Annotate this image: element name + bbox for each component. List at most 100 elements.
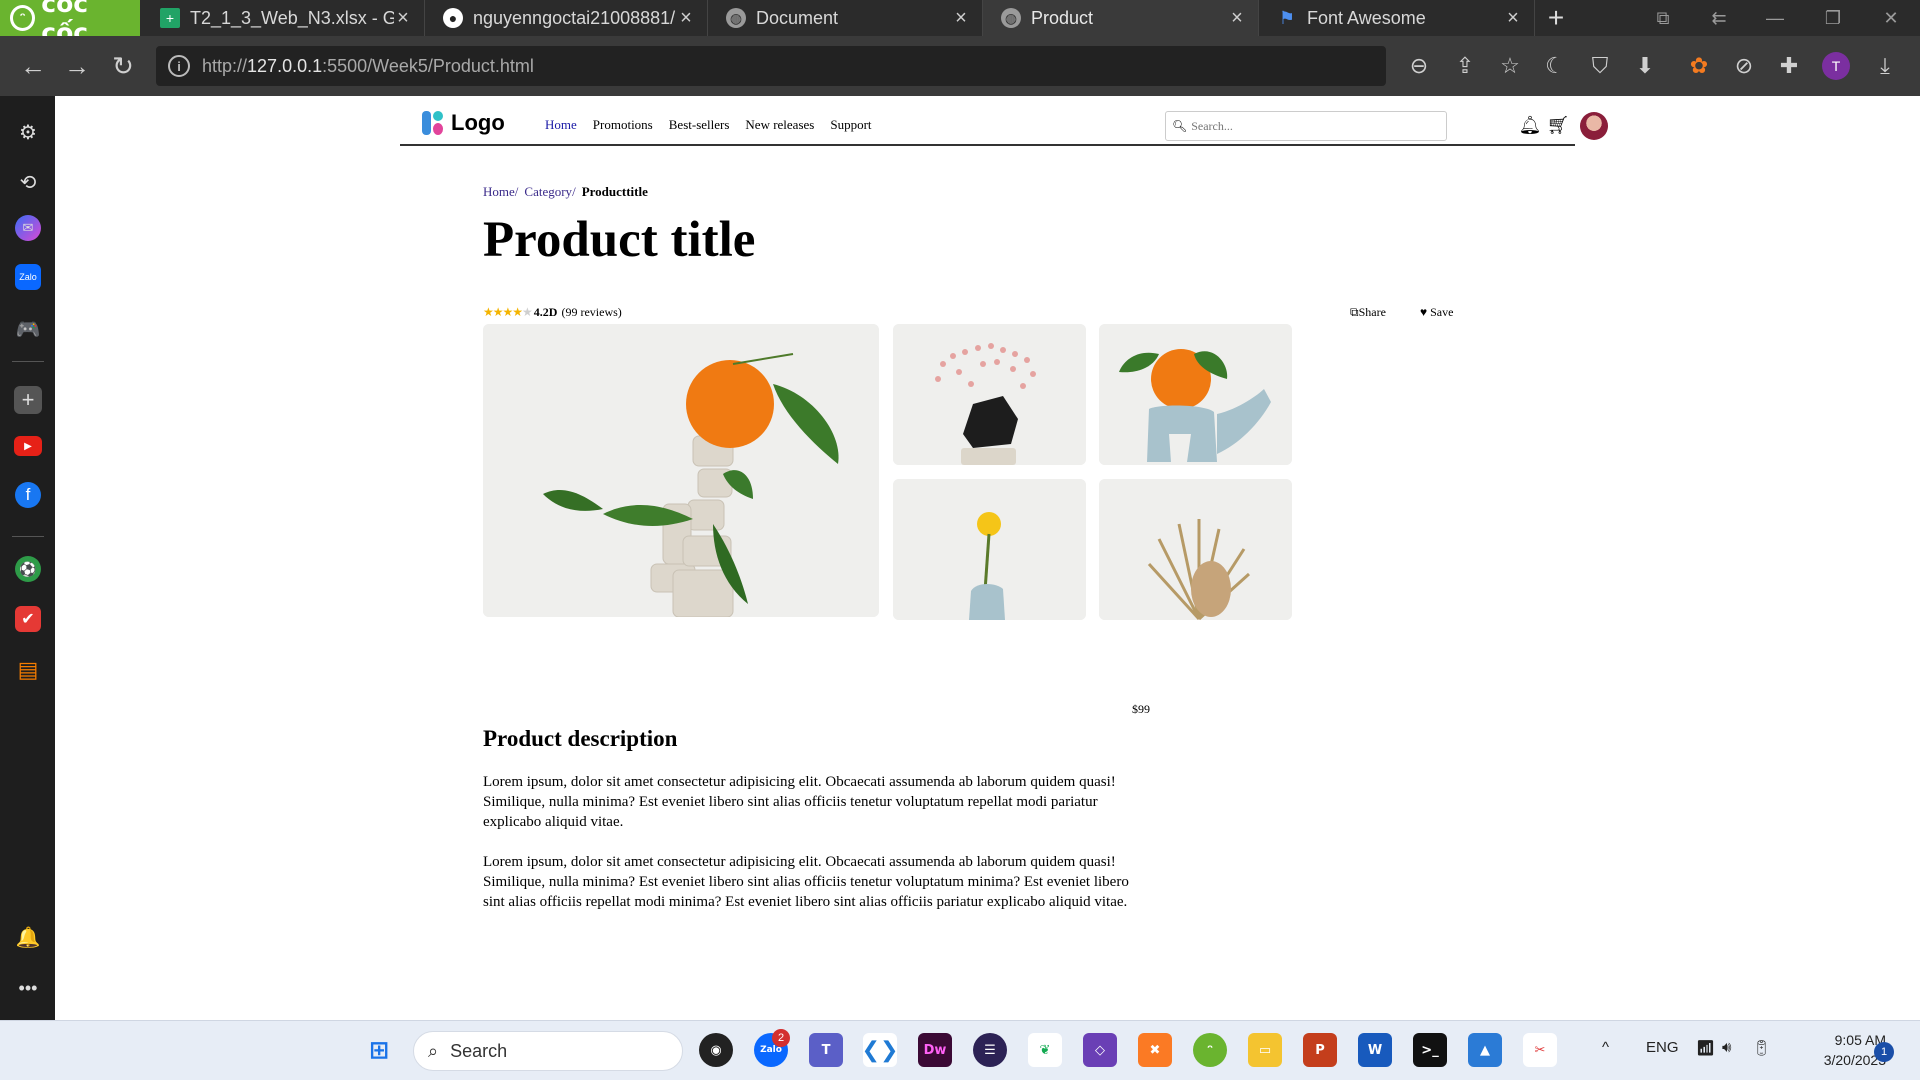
- rewards-icon[interactable]: ✿: [1684, 51, 1714, 81]
- rating-stars-icon: ★★★★★: [483, 305, 533, 319]
- coccoc-menu-button[interactable]: ᵔ cốc cốc: [0, 0, 140, 47]
- user-avatar[interactable]: [1580, 112, 1608, 140]
- tab-document[interactable]: ◍ Document ×: [708, 0, 983, 36]
- add-sidebar-app-icon[interactable]: +: [14, 386, 42, 414]
- site-logo[interactable]: Logo: [422, 110, 505, 136]
- notification-count-badge[interactable]: 1: [1874, 1042, 1894, 1062]
- dreamweaver-icon[interactable]: Dw: [918, 1033, 952, 1067]
- heart-icon: ♥: [1420, 305, 1428, 319]
- terminal-icon[interactable]: >_: [1413, 1033, 1447, 1067]
- save-button[interactable]: ♥ Save: [1420, 305, 1453, 320]
- nav-support[interactable]: Support: [830, 117, 871, 133]
- screenshot-icon[interactable]: ⧉: [1640, 0, 1686, 36]
- football-icon[interactable]: ⚽: [15, 556, 41, 582]
- close-icon[interactable]: ×: [677, 7, 695, 30]
- battery-icon[interactable]: 🔋︎: [1752, 1039, 1771, 1057]
- browser-toolbar: ← → ↻ i http://127.0.0.1:5500/Week5/Prod…: [0, 36, 1920, 96]
- product-image-thumb-4[interactable]: [1099, 479, 1292, 620]
- wifi-icon[interactable]: 📶︎: [1696, 1039, 1715, 1057]
- share-button[interactable]: ⧉Share: [1350, 305, 1386, 320]
- xampp-icon[interactable]: ✖: [1138, 1033, 1172, 1067]
- shopping-cart-app-icon[interactable]: ▤: [12, 654, 44, 686]
- visual-studio-icon[interactable]: ◇: [1083, 1033, 1117, 1067]
- close-icon[interactable]: ×: [952, 7, 970, 30]
- show-hidden-icons-icon[interactable]: ^: [1602, 1039, 1609, 1056]
- product-image-main[interactable]: [483, 324, 879, 617]
- system-clock[interactable]: 9:05 AM 3/20/2023: [1790, 1030, 1886, 1070]
- extensions-icon[interactable]: ✚: [1774, 51, 1804, 81]
- url-text: http://127.0.0.1:5500/Week5/Product.html: [202, 55, 534, 76]
- facebook-icon[interactable]: f: [15, 482, 41, 508]
- mongodb-icon[interactable]: ❦: [1028, 1033, 1062, 1067]
- tab-product[interactable]: ◍ Product ×: [983, 0, 1259, 36]
- downloads-icon[interactable]: ⤓: [1870, 51, 1900, 81]
- powerpoint-icon[interactable]: P: [1303, 1033, 1337, 1067]
- close-icon[interactable]: ×: [394, 7, 412, 30]
- teams-icon[interactable]: T: [809, 1033, 843, 1067]
- restore-button[interactable]: ❐: [1810, 0, 1856, 36]
- review-count[interactable]: (99 reviews): [561, 305, 621, 320]
- profile-avatar[interactable]: T: [1822, 52, 1850, 80]
- site-info-icon[interactable]: i: [168, 55, 190, 77]
- product-image-thumb-3[interactable]: [893, 479, 1086, 620]
- tab-github[interactable]: ● nguyenngoctai21008881/ ×: [425, 0, 708, 36]
- language-indicator[interactable]: ENG: [1646, 1039, 1679, 1056]
- new-tab-button[interactable]: +: [1541, 0, 1571, 36]
- taskbar-search[interactable]: ⌕ Search: [413, 1031, 683, 1071]
- todo-check-icon[interactable]: ✔: [15, 606, 41, 632]
- settings-gear-icon[interactable]: ⚙: [12, 116, 44, 148]
- address-bar[interactable]: i http://127.0.0.1:5500/Week5/Product.ht…: [156, 46, 1386, 86]
- windows-start-icon[interactable]: ⊞: [362, 1033, 396, 1067]
- product-image-thumb-2[interactable]: [1099, 324, 1292, 465]
- github-icon: ●: [443, 8, 463, 28]
- file-explorer-icon[interactable]: ▭: [1248, 1033, 1282, 1067]
- zoom-out-icon[interactable]: ⊖: [1404, 51, 1434, 81]
- globe-icon: ◍: [726, 8, 746, 28]
- share-icon: ⧉: [1350, 305, 1359, 319]
- zalo-icon[interactable]: Zalo: [15, 264, 41, 290]
- close-icon[interactable]: ×: [1228, 7, 1246, 30]
- volume-icon[interactable]: 🔊︎: [1722, 1039, 1731, 1056]
- breadcrumb-category[interactable]: Category/: [524, 184, 575, 200]
- product-image-thumb-1[interactable]: [893, 324, 1086, 465]
- obs-icon[interactable]: ◉: [699, 1033, 733, 1067]
- forward-button[interactable]: →: [60, 49, 94, 83]
- notification-bell-icon[interactable]: 🔔: [12, 921, 44, 953]
- share-page-icon[interactable]: ⇪: [1450, 51, 1480, 81]
- tab-sheets[interactable]: + T2_1_3_Web_N3.xlsx - Goo ×: [142, 0, 425, 36]
- history-icon[interactable]: ⟲: [12, 166, 44, 198]
- youtube-icon[interactable]: ▶: [14, 436, 42, 456]
- snipping-tool-icon[interactable]: ✂: [1523, 1033, 1557, 1067]
- reload-button[interactable]: ↻: [106, 49, 140, 83]
- breadcrumb-home[interactable]: Home/: [483, 184, 518, 200]
- coccoc-taskbar-icon[interactable]: ᵔ: [1193, 1033, 1227, 1067]
- nav-home[interactable]: Home: [545, 117, 577, 133]
- compass-icon[interactable]: ⊘: [1729, 51, 1759, 81]
- search-input[interactable]: [1191, 118, 1432, 134]
- messenger-icon[interactable]: ✉: [15, 215, 41, 241]
- back-button[interactable]: ←: [16, 49, 50, 83]
- clock-date: 3/20/2023: [1823, 1052, 1886, 1068]
- tab-font-awesome[interactable]: ⚑ Font Awesome ×: [1259, 0, 1535, 36]
- vscode-icon[interactable]: ❮❯: [862, 1033, 898, 1067]
- gamepad-icon[interactable]: 🎮: [12, 313, 44, 345]
- bookmark-star-icon[interactable]: ☆: [1495, 51, 1525, 81]
- main-nav: Home Promotions Best-sellers New release…: [545, 117, 872, 133]
- dark-mode-icon[interactable]: ☾: [1540, 51, 1570, 81]
- tab-search-icon[interactable]: ⇇: [1696, 0, 1742, 36]
- browser-sidebar: ⚙ ⟲ ✉ Zalo 🎮 + ▶ f ⚽ ✔ ▤ 🔔 •••: [0, 96, 55, 1020]
- nav-best-sellers[interactable]: Best-sellers: [669, 117, 730, 133]
- nav-promotions[interactable]: Promotions: [593, 117, 653, 133]
- close-icon[interactable]: ×: [1504, 7, 1522, 30]
- close-window-button[interactable]: ✕: [1868, 0, 1914, 36]
- more-options-icon[interactable]: •••: [12, 972, 44, 1004]
- nav-new-releases[interactable]: New releases: [745, 117, 814, 133]
- cart-icon[interactable]: 🛒︎: [1547, 114, 1570, 136]
- shield-icon[interactable]: ⛉: [1585, 51, 1615, 81]
- download-page-icon[interactable]: ⬇: [1630, 51, 1660, 81]
- minimize-button[interactable]: —: [1752, 0, 1798, 36]
- photos-icon[interactable]: ▲: [1468, 1033, 1502, 1067]
- word-icon[interactable]: W: [1358, 1033, 1392, 1067]
- eclipse-icon[interactable]: ☰: [973, 1033, 1007, 1067]
- bell-icon[interactable]: 🔔︎: [1519, 114, 1542, 136]
